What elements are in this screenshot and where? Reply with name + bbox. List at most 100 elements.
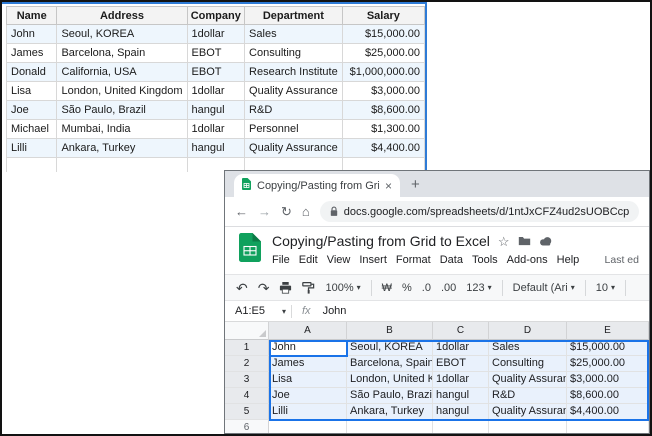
document-title[interactable]: Copying/Pasting from Grid to Excel — [272, 233, 490, 249]
source-cell-department[interactable]: Consulting — [245, 44, 343, 63]
menu-item[interactable]: View — [327, 254, 351, 266]
row-number[interactable]: 3 — [225, 372, 269, 388]
source-cell-company[interactable]: EBOT — [187, 44, 245, 63]
source-cell-department[interactable]: Sales — [245, 25, 343, 44]
sheet-cell[interactable]: hangul — [433, 404, 489, 420]
cloud-status-icon[interactable] — [539, 236, 553, 246]
column-header[interactable]: C — [433, 322, 489, 340]
source-cell-address[interactable]: São Paulo, Brazil — [57, 101, 187, 120]
sheet-cell[interactable]: Barcelona, Spain — [347, 356, 433, 372]
sheet-cell[interactable]: R&D — [489, 388, 567, 404]
format-currency-button[interactable]: ₩ — [382, 282, 392, 294]
source-cell-salary[interactable]: $4,400.00 — [342, 139, 424, 158]
sheet-cell[interactable]: London, United Kingdom — [347, 372, 433, 388]
sheet-cell[interactable]: James — [269, 356, 347, 372]
source-table-row[interactable]: Donald California, USA EBOT Research Ins… — [7, 63, 425, 82]
home-icon[interactable]: ⌂ — [302, 205, 310, 218]
forward-icon[interactable]: → — [258, 205, 271, 218]
menu-item[interactable]: Data — [440, 254, 463, 266]
sheet-cell[interactable]: EBOT — [433, 356, 489, 372]
source-cell-salary[interactable]: $8,600.00 — [342, 101, 424, 120]
source-cell-name[interactable]: John — [7, 25, 57, 44]
source-cell-name[interactable]: James — [7, 44, 57, 63]
row-number[interactable]: 4 — [225, 388, 269, 404]
source-cell-name[interactable]: Michael — [7, 120, 57, 139]
row-number[interactable]: 1 — [225, 340, 269, 356]
sheet-cell[interactable] — [567, 420, 649, 433]
source-column-header[interactable]: Company — [187, 7, 245, 25]
sheet-cell[interactable]: Seoul, KOREA — [347, 340, 433, 356]
url-omnibox[interactable]: docs.google.com/spreadsheets/d/1ntJxCFZ4… — [320, 201, 639, 222]
sheets-logo-icon[interactable] — [239, 233, 261, 274]
sheet-cell[interactable]: Ankara, Turkey — [347, 404, 433, 420]
source-cell-address[interactable] — [57, 158, 187, 173]
source-cell-address[interactable]: London, United Kingdom — [57, 82, 187, 101]
sheet-cell[interactable]: Sales — [489, 340, 567, 356]
source-cell-department[interactable]: Quality Assurance — [245, 82, 343, 101]
source-table-row[interactable]: Lisa London, United Kingdom 1dollar Qual… — [7, 82, 425, 101]
source-table-row[interactable]: James Barcelona, Spain EBOT Consulting $… — [7, 44, 425, 63]
source-cell-company[interactable]: 1dollar — [187, 82, 245, 101]
menu-item[interactable]: Tools — [472, 254, 498, 266]
print-icon[interactable] — [279, 282, 292, 294]
menu-item[interactable]: Insert — [359, 254, 387, 266]
back-icon[interactable]: ← — [235, 205, 248, 218]
source-cell-department[interactable]: Quality Assurance — [245, 139, 343, 158]
menu-item[interactable]: Add-ons — [507, 254, 548, 266]
source-table-row[interactable]: Joe São Paulo, Brazil hangul R&D $8,600.… — [7, 101, 425, 120]
name-box[interactable]: A1:E5 ▾ — [225, 305, 291, 317]
sheet-cell[interactable]: $8,600.00 — [567, 388, 649, 404]
source-column-header[interactable]: Name — [7, 7, 57, 25]
font-select[interactable]: Default (Ari ▾ — [513, 282, 575, 294]
last-edit-link[interactable]: Last ed — [605, 254, 641, 266]
column-header[interactable]: D — [489, 322, 567, 340]
sheet-cell[interactable]: 1dollar — [433, 372, 489, 388]
move-folder-icon[interactable] — [518, 236, 531, 246]
source-column-header[interactable]: Address — [57, 7, 187, 25]
source-cell-company[interactable]: hangul — [187, 139, 245, 158]
increase-decimal-button[interactable]: .00 — [441, 282, 456, 294]
sheet-cell[interactable]: $15,000.00 — [567, 340, 649, 356]
sheet-cell[interactable]: Joe — [269, 388, 347, 404]
reload-icon[interactable]: ↻ — [281, 205, 292, 218]
sheet-cell[interactable]: $25,000.00 — [567, 356, 649, 372]
select-all-corner[interactable] — [225, 322, 269, 340]
source-cell-department[interactable]: Research Institute — [245, 63, 343, 82]
source-cell-salary[interactable]: $1,000,000.00 — [342, 63, 424, 82]
source-cell-name[interactable] — [7, 158, 57, 173]
sheet-cell[interactable]: 1dollar — [433, 340, 489, 356]
column-header[interactable]: A — [269, 322, 347, 340]
source-column-header[interactable]: Department — [245, 7, 343, 25]
source-cell-company[interactable]: 1dollar — [187, 120, 245, 139]
column-header[interactable]: B — [347, 322, 433, 340]
formula-input[interactable]: John — [321, 305, 347, 317]
tab-close-icon[interactable]: × — [385, 180, 392, 192]
source-cell-name[interactable]: Donald — [7, 63, 57, 82]
source-table-row[interactable]: Michael Mumbai, India 1dollar Personnel … — [7, 120, 425, 139]
row-number[interactable]: 5 — [225, 404, 269, 420]
source-cell-salary[interactable]: $1,300.00 — [342, 120, 424, 139]
sheet-cell[interactable]: Consulting — [489, 356, 567, 372]
source-table-row[interactable]: John Seoul, KOREA 1dollar Sales $15,000.… — [7, 25, 425, 44]
sheet-cell[interactable] — [489, 420, 567, 433]
sheet-cell[interactable]: hangul — [433, 388, 489, 404]
column-header[interactable]: E — [567, 322, 649, 340]
paint-format-icon[interactable] — [302, 281, 315, 294]
sheet-cell[interactable]: $4,400.00 — [567, 404, 649, 420]
sheet-cell[interactable] — [347, 420, 433, 433]
zoom-select[interactable]: 100% ▾ — [325, 282, 360, 294]
sheet-cell[interactable]: Lilli — [269, 404, 347, 420]
menu-item[interactable]: File — [272, 254, 290, 266]
source-cell-address[interactable]: California, USA — [57, 63, 187, 82]
new-tab-button[interactable]: + — [411, 177, 420, 192]
sheet-cell[interactable]: São Paulo, Brazil — [347, 388, 433, 404]
source-cell-department[interactable]: Personnel — [245, 120, 343, 139]
sheet-cell[interactable]: Lisa — [269, 372, 347, 388]
redo-icon[interactable]: ↷ — [258, 281, 270, 295]
browser-tab[interactable]: Copying/Pasting from Grid to E × — [234, 174, 400, 197]
source-cell-address[interactable]: Mumbai, India — [57, 120, 187, 139]
menu-item[interactable]: Format — [396, 254, 431, 266]
sheet-cell[interactable]: Quality Assurance — [489, 372, 567, 388]
format-percent-button[interactable]: % — [402, 282, 412, 294]
font-size-select[interactable]: 10 ▾ — [596, 282, 615, 294]
